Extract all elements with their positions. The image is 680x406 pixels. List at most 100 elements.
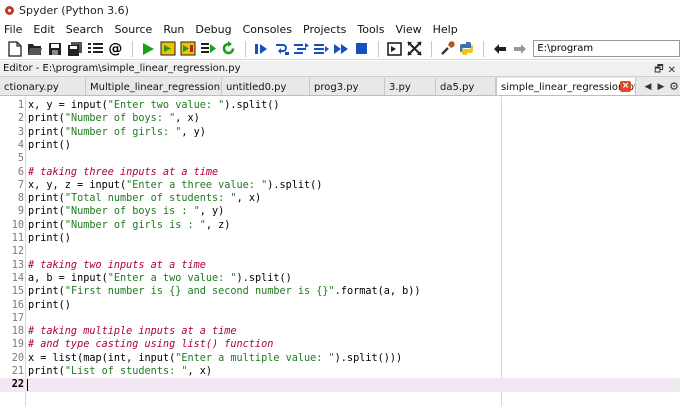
line-number: 1 (17, 100, 24, 111)
code-comment: # and type casting using list() function (28, 339, 274, 351)
code-line[interactable]: 10 print("Number of girls is : ", z) (0, 219, 680, 232)
code-line[interactable]: 14 a, b = input("Enter a two value: ").sp… (0, 272, 680, 285)
menu-edit[interactable]: Edit (33, 23, 54, 36)
toolbar-separator (244, 40, 246, 57)
menu-file[interactable]: File (4, 23, 22, 36)
code-line[interactable]: 22 (0, 378, 680, 392)
toolbar-separator (483, 40, 485, 57)
close-pane-icon[interactable]: ✕ (668, 65, 676, 76)
tab-scroll-left-icon[interactable]: ◀ (642, 77, 654, 95)
code-line[interactable]: 13 # taking two inputs at a time (0, 259, 680, 272)
save-icon[interactable] (46, 39, 65, 59)
close-tab-icon[interactable]: × (620, 81, 631, 92)
run-selection-icon[interactable] (199, 39, 218, 59)
code-line[interactable]: 17 (0, 312, 680, 325)
code-text: x, y, z = input("Enter a three value: ")… (28, 179, 323, 191)
code-text: x = list(map(int, input("Enter a multipl… (28, 352, 403, 364)
toolbar-separator (377, 40, 379, 57)
maximize-pane-icon[interactable] (385, 39, 404, 59)
run-cell-icon[interactable] (159, 39, 178, 59)
code-line[interactable]: 16 print() (0, 299, 680, 312)
tab-untitled0[interactable]: untitled0.py (222, 78, 310, 95)
menu-projects[interactable]: Projects (303, 23, 346, 36)
code-line[interactable]: 6 # taking three inputs at a time (0, 166, 680, 179)
line-number: 8 (17, 193, 24, 205)
tab-label: da5.py (440, 81, 475, 93)
stop-icon[interactable] (352, 39, 371, 59)
code-text: print("Number of girls: ", y) (28, 126, 206, 138)
preferences-icon[interactable] (438, 39, 457, 59)
editor-pane-header: Editor - E:\program\simple_linear_regres… (0, 61, 680, 77)
menu-tools[interactable]: Tools (357, 23, 384, 36)
code-line[interactable]: 5 (0, 152, 680, 165)
line-number: 17 (11, 312, 24, 324)
options-gear-icon[interactable]: ⚙ (668, 77, 680, 95)
line-number: 18 (11, 326, 24, 338)
text-cursor (27, 379, 28, 392)
run-cell-advance-icon[interactable] (179, 39, 198, 59)
editor-tabbar: ctionary.py Multiple_linear_regression.p… (0, 77, 680, 96)
menu-view[interactable]: View (395, 23, 421, 36)
line-number: 16 (11, 299, 24, 311)
code-line[interactable]: 7 x, y, z = input("Enter a three value: "… (0, 179, 680, 192)
fullscreen-icon[interactable] (405, 39, 424, 59)
open-icon[interactable] (26, 39, 45, 59)
back-icon[interactable] (490, 39, 509, 59)
rerun-icon[interactable] (219, 39, 238, 59)
menubar: File Edit Search Source Run Debug Consol… (0, 20, 680, 38)
menu-help[interactable]: Help (433, 23, 458, 36)
code-line[interactable]: 21 print("List of students: ", x) (0, 365, 680, 378)
tab-da5[interactable]: da5.py (436, 78, 496, 95)
code-line[interactable]: 4 print() (0, 139, 680, 152)
code-line[interactable]: 18 # taking multiple inputs at a time (0, 325, 680, 338)
step-into-icon[interactable] (292, 39, 311, 59)
code-line[interactable]: 19 # and type casting using list() functi… (0, 338, 680, 351)
code-line[interactable]: 2 print("Number of boys: ", x) (0, 112, 680, 125)
continue-icon[interactable] (332, 39, 351, 59)
code-line[interactable]: 20 x = list(map(int, input("Enter a multi… (0, 352, 680, 365)
spyder-app-icon (4, 5, 15, 16)
tab-dictionary[interactable]: ctionary.py (0, 78, 86, 95)
tab-label: untitled0.py (226, 81, 287, 93)
tab-scroll-right-icon[interactable]: ▶ (655, 77, 667, 95)
menu-search[interactable]: Search (66, 23, 104, 36)
code-line[interactable]: 11 print() (0, 232, 680, 245)
file-list-icon[interactable] (86, 39, 105, 59)
menu-debug[interactable]: Debug (195, 23, 231, 36)
toolbar-separator (430, 40, 432, 57)
at-icon[interactable]: @ (106, 39, 125, 59)
forward-icon[interactable] (510, 39, 529, 59)
tab-simple-linear-regression[interactable]: simple_linear_regression.py* × (496, 78, 636, 95)
code-line[interactable]: 8 print("Total number of students: ", x) (0, 192, 680, 205)
code-text: print("Number of girls is : ", z) (28, 219, 231, 231)
code-editor[interactable]: 1 x, y = input("Enter two value: ").split… (0, 97, 680, 406)
code-line[interactable]: 15 print("First number is {} and second n… (0, 285, 680, 298)
line-number: 9 (17, 206, 24, 218)
line-number: 2 (17, 113, 24, 125)
menu-consoles[interactable]: Consoles (243, 23, 292, 36)
menu-source[interactable]: Source (115, 23, 153, 36)
code-line[interactable]: 12 (0, 245, 680, 258)
window-title: Spyder (Python 3.6) (19, 3, 129, 17)
working-directory-field[interactable]: E:\program (533, 40, 680, 57)
code-text: x, y = input("Enter two value: ").split(… (28, 100, 280, 111)
new-file-icon[interactable] (6, 39, 25, 59)
line-number: 6 (17, 166, 24, 178)
python-path-icon[interactable] (458, 39, 477, 59)
code-text: a, b = input("Enter a two value: ").spli… (28, 272, 292, 284)
tab-multiple-linear-regression[interactable]: Multiple_linear_regression.py (86, 78, 222, 95)
menu-run[interactable]: Run (163, 23, 184, 36)
tab-3[interactable]: 3.py (385, 78, 436, 95)
run-icon[interactable] (139, 39, 158, 59)
save-all-icon[interactable] (66, 39, 85, 59)
step-icon[interactable] (272, 39, 291, 59)
code-text: print() (28, 233, 71, 244)
code-line[interactable]: 1 x, y = input("Enter two value: ").split… (0, 99, 680, 112)
tab-prog3[interactable]: prog3.py (310, 78, 385, 95)
code-line[interactable]: 9 print("Number of boys is : ", y) (0, 205, 680, 218)
code-text: print() (28, 139, 71, 151)
step-return-icon[interactable] (312, 39, 331, 59)
debug-icon[interactable] (252, 39, 271, 59)
code-line[interactable]: 3 print("Number of girls: ", y) (0, 126, 680, 139)
line-number: 14 (11, 272, 24, 284)
